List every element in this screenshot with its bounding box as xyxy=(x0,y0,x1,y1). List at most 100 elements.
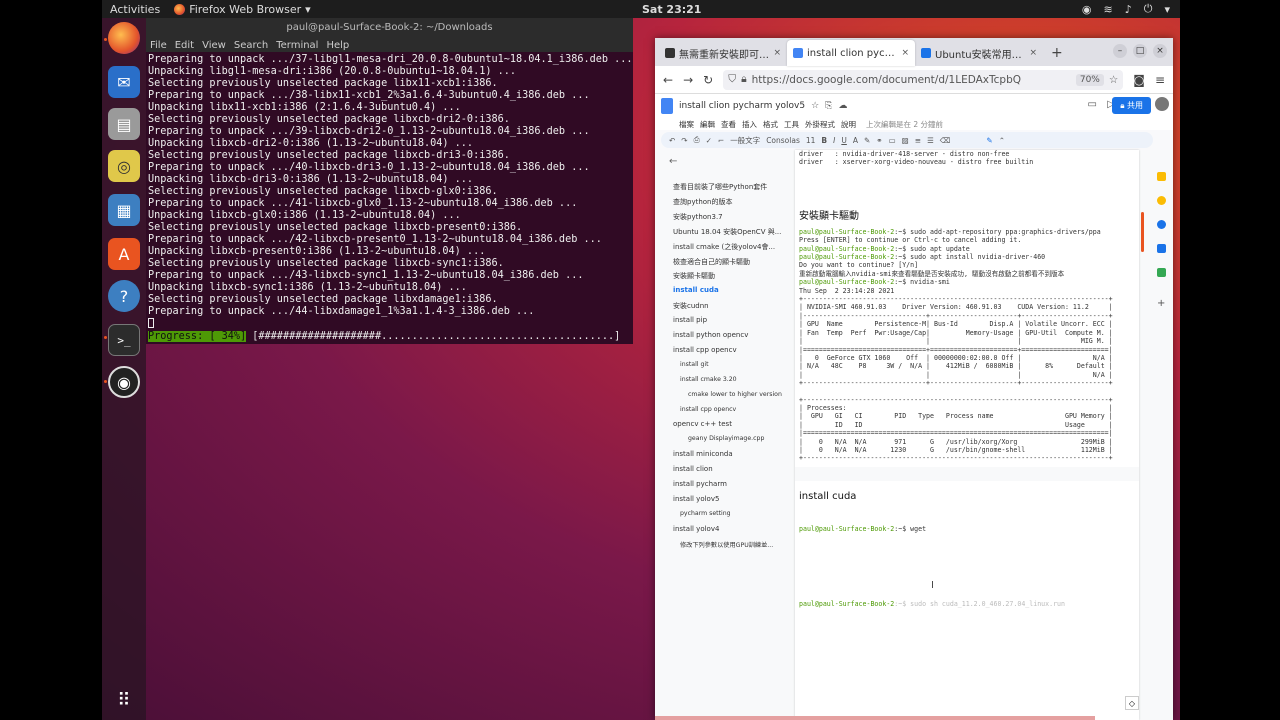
keep-icon[interactable] xyxy=(1157,172,1166,181)
calendar-icon[interactable] xyxy=(1157,244,1166,253)
url-bar[interactable]: ⛉ 🔒︎ https://docs.google.com/document/d/… xyxy=(723,69,1124,90)
rhythmbox-icon[interactable]: ◎ xyxy=(108,150,140,182)
clear-format-icon[interactable]: ⌫ xyxy=(940,136,951,145)
comment-icon[interactable]: ▭ xyxy=(889,136,896,145)
chevron-up-icon[interactable]: ⌃ xyxy=(999,136,1005,145)
image-icon[interactable]: ▨ xyxy=(902,136,909,145)
outline-item[interactable]: install cpp opencv xyxy=(673,346,737,354)
docs-menu-item[interactable]: 格式 xyxy=(763,119,778,130)
obs-tray-icon[interactable]: ◉ xyxy=(1082,3,1092,16)
outline-item[interactable]: install yolov4 xyxy=(673,525,719,533)
star-icon[interactable]: ☆ xyxy=(811,101,819,111)
outline-item[interactable]: 安裝python3.7 xyxy=(673,212,723,222)
obs-icon[interactable]: ◉ xyxy=(108,366,140,398)
outline-item[interactable]: install pip xyxy=(673,316,707,324)
menu-help[interactable]: Help xyxy=(326,40,349,51)
add-icon[interactable]: + xyxy=(1157,298,1165,309)
outline-item[interactable]: install python opencv xyxy=(673,331,748,339)
editing-mode-icon[interactable]: ✎ xyxy=(986,136,992,145)
outline-item[interactable]: install cpp opencv xyxy=(680,406,736,413)
firefox-icon[interactable] xyxy=(108,22,140,54)
outline-item[interactable]: geany Displayimage.cpp xyxy=(688,435,764,442)
reload-icon[interactable]: ↻ xyxy=(703,73,713,87)
menu-edit[interactable]: Edit xyxy=(175,40,194,51)
docs-menu-item[interactable]: 工具 xyxy=(784,119,799,130)
maps-icon[interactable] xyxy=(1157,268,1166,277)
contacts-icon[interactable] xyxy=(1157,220,1166,229)
share-button[interactable]: 🔒︎ 共用 xyxy=(1112,97,1151,114)
clock[interactable]: Sat 23:21 xyxy=(642,3,701,16)
scrollbar-thumb[interactable] xyxy=(1141,212,1144,252)
avatar[interactable] xyxy=(1155,97,1169,111)
new-tab-button[interactable]: + xyxy=(1043,45,1071,66)
text-color-icon[interactable]: A xyxy=(853,136,858,145)
app-menu[interactable]: Firefox Web Browser ▾ xyxy=(174,3,311,16)
zoom-badge[interactable]: 70% xyxy=(1075,73,1104,86)
close-tab-icon[interactable]: × xyxy=(1029,48,1037,58)
terminal-icon[interactable]: >_ xyxy=(108,324,140,356)
explore-button[interactable]: ◇ xyxy=(1125,696,1139,710)
menu-search[interactable]: Search xyxy=(234,40,268,51)
terminal-output[interactable]: Preparing to unpack .../37-libgl1-mesa-d… xyxy=(146,52,633,343)
menu-file[interactable]: File xyxy=(150,40,167,51)
last-edit-status[interactable]: 上次編輯是在 2 分鐘前 xyxy=(866,119,943,130)
close-tab-icon[interactable]: × xyxy=(901,48,909,58)
system-tray[interactable]: ◉ ≋ ♪ ⏻ ▾ xyxy=(1082,2,1170,16)
bookmark-star-icon[interactable]: ☆ xyxy=(1109,74,1118,86)
outline-item[interactable]: install cuda xyxy=(673,286,719,294)
style-select[interactable]: 一般文字 xyxy=(730,135,760,146)
close-button[interactable]: × xyxy=(1153,44,1167,58)
print-icon[interactable]: ⎙ xyxy=(694,135,700,145)
forward-icon[interactable]: → xyxy=(683,73,693,87)
thunderbird-icon[interactable]: ✉ xyxy=(108,66,140,98)
pocket-icon[interactable]: ◙ xyxy=(1133,73,1145,87)
list-icon[interactable]: ☰ xyxy=(927,136,934,145)
outline-item[interactable]: install pycharm xyxy=(673,480,727,488)
italic-icon[interactable]: I xyxy=(833,136,835,145)
maximize-button[interactable]: □ xyxy=(1133,44,1147,58)
software-center-icon[interactable]: A xyxy=(108,238,140,270)
outline-item[interactable]: 修改下列參數以使用GPU訓練並... xyxy=(680,540,773,549)
spellcheck-icon[interactable]: ✓ xyxy=(706,136,712,145)
link-icon[interactable]: ⚭ xyxy=(876,136,882,145)
undo-icon[interactable]: ↶ xyxy=(669,136,675,145)
docs-menu-item[interactable]: 插入 xyxy=(742,119,757,130)
underline-icon[interactable]: U xyxy=(841,136,847,145)
tab-3[interactable]: Ubuntu安裝常用的工具 × xyxy=(915,40,1043,66)
redo-icon[interactable]: ↷ xyxy=(681,136,687,145)
highlight-icon[interactable]: ✎ xyxy=(864,136,870,145)
outline-item[interactable]: 查看目前裝了哪些Python套件 xyxy=(673,182,767,192)
writer-icon[interactable]: ▦ xyxy=(108,194,140,226)
firefox-window[interactable]: 無需重新安裝即可升級×install clion pycharm×Ubuntu安… xyxy=(655,38,1173,720)
align-icon[interactable]: ≡ xyxy=(915,136,921,145)
outline-item[interactable]: install miniconda xyxy=(673,450,733,458)
files-icon[interactable]: ▤ xyxy=(108,108,140,140)
outline-item[interactable]: Ubuntu 18.04 安裝OpenCV 與... xyxy=(673,227,781,237)
outline-item[interactable]: opencv c++ test xyxy=(673,420,732,428)
outline-back-icon[interactable]: ← xyxy=(669,156,677,167)
outline-item[interactable]: 檢查適合自己的顯卡驅動 xyxy=(673,257,750,267)
bold-icon[interactable]: B xyxy=(821,136,827,145)
document-page[interactable]: driver : nvidia-driver-418-server - dist… xyxy=(795,150,1139,720)
outline-item[interactable]: pycharm setting xyxy=(680,510,731,517)
docs-menu-item[interactable]: 說明 xyxy=(841,119,856,130)
move-folder-icon[interactable]: ⎘ xyxy=(825,101,832,111)
menu-terminal[interactable]: Terminal xyxy=(276,40,318,51)
docs-menu-item[interactable]: 編輯 xyxy=(700,119,715,130)
outline-item[interactable]: 查詢python的版本 xyxy=(673,197,733,207)
comments-icon[interactable]: ▭ xyxy=(1088,99,1097,110)
tasks-icon[interactable] xyxy=(1157,196,1166,205)
tab-2[interactable]: install clion pycharm× xyxy=(787,40,915,66)
tab-1[interactable]: 無需重新安裝即可升級 × xyxy=(659,40,787,66)
activities-button[interactable]: Activities xyxy=(102,3,168,16)
docs-menu-item[interactable]: 查看 xyxy=(721,119,736,130)
docs-menu-item[interactable]: 檔案 xyxy=(679,119,694,130)
outline-item[interactable]: install clion xyxy=(673,465,713,473)
paint-format-icon[interactable]: ⌐ xyxy=(718,136,724,145)
font-select[interactable]: Consolas xyxy=(766,136,800,145)
docs-logo-icon[interactable] xyxy=(661,98,673,114)
outline-item[interactable]: install cmake 3.20 xyxy=(680,376,737,383)
outline-item[interactable]: install yolov5 xyxy=(673,495,719,503)
menu-view[interactable]: View xyxy=(202,40,226,51)
minimize-button[interactable]: – xyxy=(1113,44,1127,58)
